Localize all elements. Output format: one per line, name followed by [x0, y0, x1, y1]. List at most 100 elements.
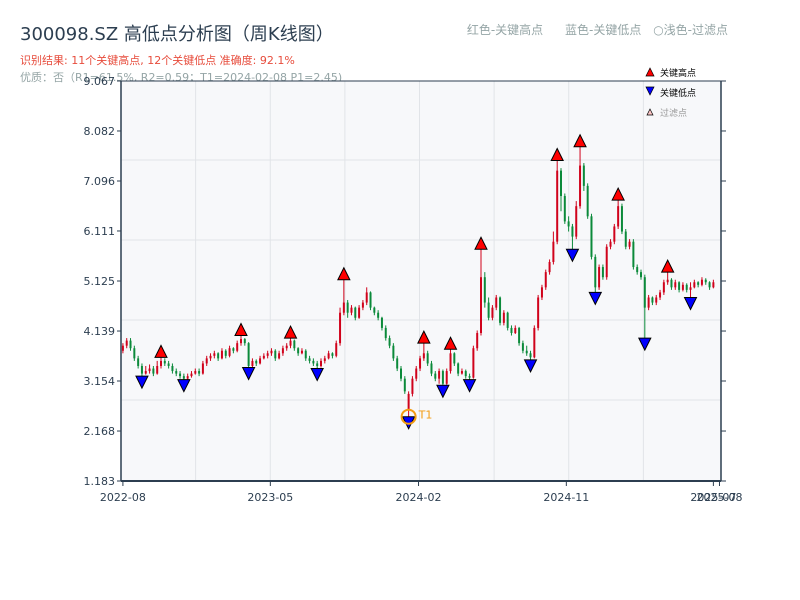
- candle-down: [163, 360, 166, 364]
- candle-down: [567, 221, 570, 227]
- candle-up: [712, 282, 715, 288]
- candle-down: [373, 307, 376, 313]
- candle-down: [506, 312, 509, 328]
- y-tick-label: 8.082: [84, 125, 116, 138]
- candle-down: [346, 302, 349, 313]
- candle-down: [453, 353, 456, 364]
- candle-up: [419, 358, 422, 369]
- candle-down: [521, 343, 524, 351]
- candle-up: [335, 343, 338, 356]
- candle-down: [590, 216, 593, 257]
- candle-up: [278, 353, 281, 359]
- candle-up: [300, 350, 303, 354]
- candle-up: [476, 333, 479, 349]
- candle-up: [121, 345, 124, 351]
- candle-up: [213, 353, 216, 356]
- candle-down: [582, 165, 585, 186]
- candle-down: [620, 206, 623, 232]
- candle-down: [293, 340, 296, 349]
- candle-up: [411, 378, 414, 394]
- candle-up: [472, 348, 475, 378]
- candle-down: [441, 371, 444, 384]
- candle-up: [514, 327, 517, 334]
- candle-down: [643, 277, 646, 308]
- candle-down: [308, 358, 311, 361]
- candle-down: [529, 353, 532, 358]
- candle-down: [167, 363, 170, 366]
- candle-down: [312, 360, 315, 364]
- candle-up: [681, 284, 684, 290]
- candle-down: [483, 277, 486, 303]
- candle-up: [579, 165, 582, 207]
- candle-up: [251, 360, 254, 366]
- candle-up: [655, 297, 658, 303]
- candle-down: [392, 345, 395, 359]
- candle-down: [198, 371, 201, 374]
- x-tick-label: 2022-08: [100, 491, 146, 504]
- candle-up: [190, 373, 193, 377]
- candle-up: [613, 226, 616, 242]
- candle-up: [365, 292, 368, 303]
- candle-up: [491, 307, 494, 318]
- candle-up: [262, 355, 265, 359]
- x-tick-label: 2023-05: [247, 491, 293, 504]
- candle-down: [636, 267, 639, 273]
- candle-up: [666, 279, 669, 283]
- legend-high-icon: [645, 67, 655, 77]
- candle-down: [354, 307, 357, 318]
- candle-up: [156, 365, 159, 374]
- candle-down: [377, 312, 380, 318]
- candle-down: [297, 348, 300, 354]
- y-tick-label: 3.154: [84, 375, 116, 388]
- candle-down: [678, 282, 681, 290]
- y-tick-label: 6.111: [84, 225, 116, 238]
- candle-up: [438, 371, 441, 379]
- candle-up: [544, 272, 547, 288]
- candle-up: [617, 206, 620, 227]
- candle-down: [388, 338, 391, 346]
- candle-down: [396, 358, 399, 369]
- candle-up: [186, 376, 189, 379]
- candle-down: [464, 371, 467, 377]
- candle-up: [552, 241, 555, 262]
- candle-down: [457, 363, 460, 374]
- candle-up: [575, 206, 578, 237]
- y-tick-label: 1.183: [84, 475, 116, 488]
- candle-down: [140, 365, 143, 374]
- candle-up: [537, 297, 540, 328]
- candle-down: [179, 373, 182, 377]
- candle-down: [708, 282, 711, 288]
- legend-high-label: 关键高点: [660, 67, 696, 79]
- candle-up: [144, 371, 147, 374]
- t1-label: T1: [418, 409, 433, 422]
- candle-down: [434, 373, 437, 379]
- candle-down: [255, 360, 258, 364]
- candle-down: [640, 272, 642, 278]
- candle-down: [586, 185, 589, 217]
- candle-up: [323, 358, 326, 361]
- candle-up: [125, 340, 128, 346]
- y-tick-label: 5.125: [84, 275, 116, 288]
- candle-down: [651, 297, 654, 303]
- candle-down: [137, 358, 140, 366]
- candle-up: [209, 355, 212, 359]
- candle-down: [563, 196, 566, 222]
- candle-up: [270, 350, 273, 354]
- candle-up: [700, 279, 703, 285]
- candle-up: [548, 261, 551, 273]
- candle-down: [685, 284, 688, 290]
- candle-down: [632, 241, 635, 268]
- candle-down: [510, 327, 513, 334]
- candle-down: [468, 376, 471, 378]
- candle-up: [598, 267, 601, 288]
- candle-down: [487, 302, 490, 318]
- candle-down: [400, 368, 402, 379]
- candle-up: [689, 287, 692, 290]
- candle-down: [525, 350, 528, 354]
- candle-down: [171, 365, 174, 372]
- candle-up: [502, 312, 505, 323]
- candle-down: [133, 348, 136, 359]
- candle-up: [194, 371, 197, 374]
- candle-up: [674, 282, 677, 288]
- candle-up: [693, 282, 696, 288]
